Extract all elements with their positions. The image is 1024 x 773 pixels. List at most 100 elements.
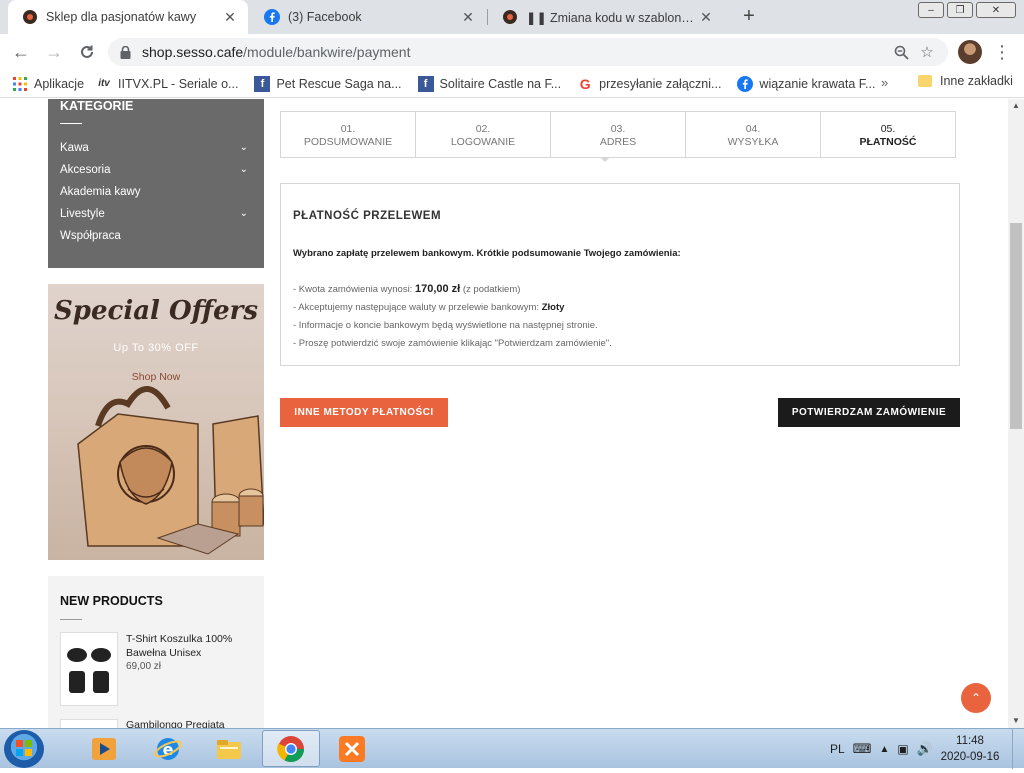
tab-sklep[interactable]: Sklep dla pasjonatów kawy ✕ <box>8 0 248 34</box>
other-bookmarks-folder[interactable]: Inne zakładki <box>918 74 1013 88</box>
special-offers-banner[interactable]: Special Offers Up To 30% OFF Shop Now <box>48 284 264 560</box>
step-logowanie[interactable]: 02. LOGOWANIE <box>416 112 551 157</box>
bookmark-label: IITVX.PL - Seriale o... <box>118 76 239 91</box>
title-underline <box>60 619 82 620</box>
step-wysylka[interactable]: 04. WYSYŁKA <box>686 112 821 157</box>
taskbar-internet-explorer[interactable]: e <box>139 730 197 767</box>
bookmark-pet-rescue[interactable]: f Pet Rescue Saga na... <box>254 75 402 92</box>
taskbar-media-player[interactable] <box>75 730 133 767</box>
close-tab-icon[interactable]: ✕ <box>696 9 716 26</box>
product-name-link[interactable]: Gambilongo Pregiata <box>126 719 256 728</box>
tab-title: Sklep dla pasjonatów kawy <box>46 10 197 24</box>
coffee-site-favicon-icon <box>502 9 518 25</box>
tab-facebook[interactable]: (3) Facebook ✕ <box>250 0 486 34</box>
step-number: 04. <box>745 123 761 135</box>
show-desktop-button[interactable] <box>1012 729 1024 769</box>
browser-menu-icon[interactable]: ⋮ <box>992 41 1012 63</box>
start-button[interactable] <box>4 730 44 768</box>
xampp-icon <box>339 735 365 762</box>
back-arrow-icon[interactable]: ← <box>9 40 33 64</box>
scroll-to-top-button[interactable]: ⌃ <box>961 683 991 713</box>
show-hidden-icons-icon[interactable]: ▲ <box>879 744 889 755</box>
other-payment-methods-button[interactable]: INNE METODY PŁATNOŚCI <box>280 398 448 427</box>
tab-title: (3) Facebook <box>288 10 362 24</box>
scrollbar-thumb[interactable] <box>1010 223 1022 429</box>
bookmark-label: Aplikacje <box>34 76 85 91</box>
category-wspolpraca[interactable]: Współpraca <box>60 230 252 242</box>
zoom-icon[interactable] <box>888 45 914 60</box>
checkout-steps: 01. PODSUMOWANIE 02. LOGOWANIE 03. ADRES… <box>280 111 956 158</box>
language-indicator[interactable]: PL <box>830 742 845 756</box>
taskbar-file-explorer[interactable] <box>200 730 258 767</box>
profile-avatar[interactable] <box>958 40 982 64</box>
bookmark-solitaire[interactable]: f Solitaire Castle na F... <box>417 75 561 92</box>
url-text: shop.sesso.cafe/module/bankwire/payment <box>142 44 411 60</box>
step-number: 03. <box>610 123 626 135</box>
step-number: 02. <box>475 123 491 135</box>
browser-toolbar: ← → shop.sesso.cafe/module/bankwire/paym… <box>0 34 1024 70</box>
facebook-icon <box>264 9 280 25</box>
category-kawa[interactable]: Kawa ⌄ <box>60 142 252 154</box>
chevron-down-icon[interactable]: ⌄ <box>240 208 248 220</box>
reload-icon[interactable] <box>75 40 99 64</box>
taskbar-clock[interactable]: 11:48 2020-09-16 <box>930 733 1010 765</box>
title-underline <box>60 123 82 124</box>
chevron-up-icon: ⌃ <box>970 691 982 705</box>
scroll-down-arrow-icon[interactable]: ▼ <box>1008 714 1024 728</box>
folder-icon <box>918 75 932 87</box>
clock-date: 2020-09-16 <box>940 751 1000 763</box>
tab-zmiana-kodu[interactable]: ❚❚Zmiana kodu w szablonie w za ✕ <box>488 0 724 34</box>
product-thumbnail[interactable] <box>60 719 118 728</box>
close-tab-icon[interactable]: ✕ <box>220 9 240 26</box>
network-icon[interactable]: ▣ <box>897 742 908 756</box>
bookmark-star-icon[interactable]: ☆ <box>914 43 940 61</box>
category-akcesoria[interactable]: Akcesoria ⌄ <box>60 164 252 176</box>
page-scrollbar[interactable]: ▲ ▼ <box>1008 99 1024 728</box>
bookmark-apps[interactable]: Aplikacje <box>12 76 84 92</box>
step-podsumowanie[interactable]: 01. PODSUMOWANIE <box>281 112 416 157</box>
category-akademia-kawy[interactable]: Akademia kawy <box>60 186 252 198</box>
product-price: 69,00 zł <box>126 661 162 672</box>
keyboard-icon[interactable]: ⌨ <box>853 741 872 757</box>
close-window-icon[interactable]: ✕ <box>976 2 1016 18</box>
bookmark-przesylanie[interactable]: G przesyłanie załączni... <box>577 76 722 92</box>
chevron-down-icon[interactable]: ⌄ <box>240 164 248 176</box>
tv-icon: itv <box>98 78 110 89</box>
bookmark-iitvx[interactable]: itv IITVX.PL - Seriale o... <box>96 76 238 92</box>
chevron-down-icon[interactable]: ⌄ <box>240 142 248 154</box>
new-tab-button[interactable]: + <box>737 4 761 28</box>
other-bookmarks-label: Inne zakładki <box>940 74 1013 88</box>
maximize-icon[interactable]: ❐ <box>947 2 973 18</box>
active-step-caret-icon <box>600 157 610 162</box>
address-bar[interactable]: shop.sesso.cafe/module/bankwire/payment … <box>108 38 948 66</box>
step-number: 05. <box>880 123 896 135</box>
confirm-order-button[interactable]: POTWIERDZAM ZAMÓWIENIE <box>778 398 960 427</box>
step-adres[interactable]: 03. ADRES <box>551 112 686 157</box>
category-label: Akademia kawy <box>60 186 141 198</box>
close-tab-icon[interactable]: ✕ <box>458 9 478 26</box>
scroll-up-arrow-icon[interactable]: ▲ <box>1008 99 1024 113</box>
step-number: 01. <box>340 123 356 135</box>
minimize-icon[interactable]: – <box>918 2 944 18</box>
category-livestyle[interactable]: Livestyle ⌄ <box>60 208 252 220</box>
facebook-icon <box>737 75 754 92</box>
panel-title: PŁATNOŚĆ PRZELEWEM <box>293 210 442 222</box>
step-platnosc: 05. PŁATNOŚĆ <box>821 112 955 157</box>
step-label: PŁATNOŚĆ <box>859 136 917 148</box>
product-name-link[interactable]: T-Shirt Koszulka 100% Bawełna Unisex <box>126 632 256 660</box>
coffee-bag-illustration <box>77 386 264 555</box>
product-thumbnail[interactable] <box>60 632 118 706</box>
bookmark-wiazanie[interactable]: wiązanie krawata F... <box>737 75 875 92</box>
taskbar-xampp[interactable] <box>323 730 381 767</box>
taskbar-chrome[interactable] <box>262 730 320 767</box>
more-bookmarks-button[interactable]: » <box>881 75 888 90</box>
system-tray: PL ⌨ ▲ ▣ 🔊 <box>830 729 933 769</box>
categories-title: KATEGORIE <box>60 99 134 113</box>
browser-tab-bar: Sklep dla pasjonatów kawy ✕ (3) Facebook… <box>0 0 1024 34</box>
step-label: ADRES <box>599 136 637 148</box>
forward-arrow-icon[interactable]: → <box>42 40 66 64</box>
confirm-instruction-line: - Proszę potwierdzić swoje zamówienie kl… <box>293 338 612 349</box>
currency-line: - Akceptujemy następujące waluty w przel… <box>293 302 564 313</box>
order-amount: 170,00 zł <box>414 283 461 295</box>
payment-intro: Wybrano zapłatę przelewem bankowym. Krót… <box>293 248 681 259</box>
